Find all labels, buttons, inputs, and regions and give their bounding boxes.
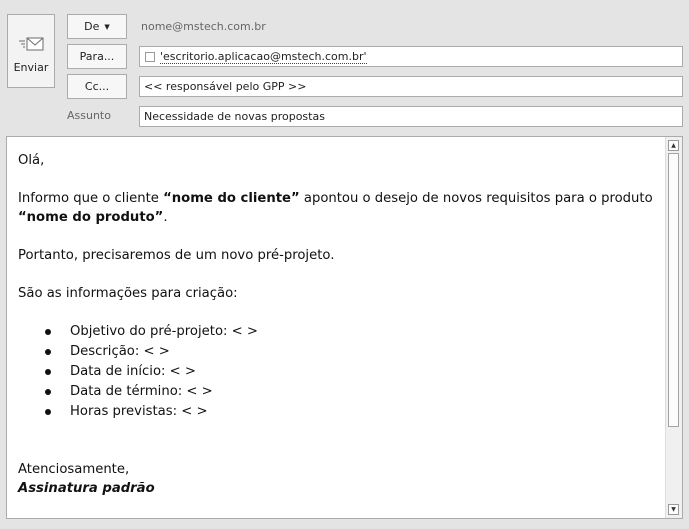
- from-button[interactable]: De ▼: [67, 14, 127, 39]
- send-button[interactable]: Enviar: [7, 14, 55, 88]
- to-button[interactable]: Para...: [67, 44, 127, 69]
- intro-text-b: apontou o desejo de novos requisitos par…: [299, 191, 653, 206]
- list-item: Data de término: < >: [18, 382, 664, 402]
- scroll-down-icon[interactable]: ▼: [668, 504, 679, 515]
- message-body[interactable]: Olá, Informo que o cliente “nome do clie…: [6, 136, 683, 519]
- list-item: Objetivo do pré-projeto: < >: [18, 322, 664, 342]
- intro-text-a: Informo que o cliente: [18, 191, 164, 206]
- from-address: nome@mstech.com.br: [141, 20, 266, 33]
- send-label: Enviar: [13, 61, 49, 74]
- paragraph-intro: Informo que o cliente “nome do cliente” …: [18, 189, 664, 208]
- cc-button[interactable]: Cc...: [67, 74, 127, 99]
- subject-label: Assunto: [67, 109, 111, 122]
- from-label: De: [84, 20, 100, 33]
- to-field[interactable]: 'escritorio.aplicacao@mstech.com.br': [139, 46, 683, 67]
- scroll-thumb[interactable]: [668, 153, 679, 427]
- recipient-icon: [145, 51, 155, 62]
- paragraph-intro-cont: “nome do produto”.: [18, 208, 664, 227]
- scroll-up-icon[interactable]: ▲: [668, 140, 679, 151]
- list-item: Horas previstas: < >: [18, 402, 664, 422]
- list-item: Data de início: < >: [18, 362, 664, 382]
- client-name: “nome do cliente”: [163, 191, 300, 206]
- intro-end: .: [163, 210, 168, 225]
- subject-value: Necessidade de novas propostas: [144, 110, 325, 123]
- greeting: Olá,: [18, 153, 45, 168]
- list-item: Descrição: < >: [18, 342, 664, 362]
- vertical-scrollbar[interactable]: ▲ ▼: [665, 137, 682, 518]
- product-name: “nome do produto”: [18, 210, 164, 225]
- signature: Assinatura padrão: [18, 479, 664, 498]
- message-content: Olá, Informo que o cliente “nome do clie…: [18, 151, 664, 498]
- subject-field[interactable]: Necessidade de novas propostas: [139, 106, 683, 127]
- cc-value: << responsável pelo GPP >>: [144, 80, 307, 93]
- closing: Atenciosamente,: [18, 462, 130, 477]
- cc-label: Cc...: [84, 80, 110, 93]
- to-recipient[interactable]: 'escritorio.aplicacao@mstech.com.br': [160, 50, 367, 64]
- cc-field[interactable]: << responsável pelo GPP >>: [139, 76, 683, 97]
- chevron-down-icon: ▼: [104, 22, 110, 31]
- info-list: Objetivo do pré-projeto: < > Descrição: …: [18, 322, 664, 422]
- to-label: Para...: [79, 50, 115, 63]
- signature-text: Assinatura padrão: [18, 481, 155, 496]
- envelope-send-icon: [19, 37, 44, 51]
- paragraph-info: São as informações para criação:: [18, 286, 238, 301]
- paragraph-therefore: Portanto, precisaremos de um novo pré-pr…: [18, 248, 335, 263]
